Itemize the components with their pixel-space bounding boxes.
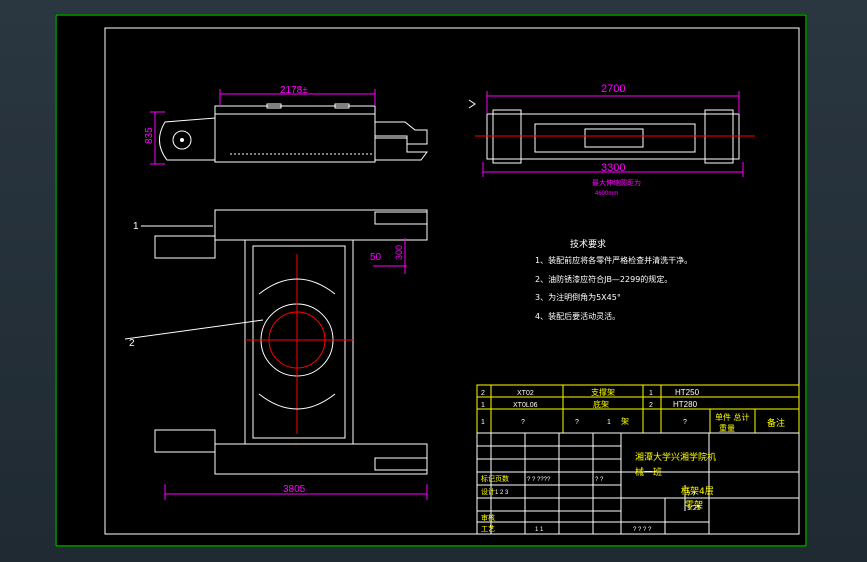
tech-requirement-2: 2、油防锈漆应符合JB—2299的规定。 xyxy=(535,274,672,284)
part-1-name: 底架 xyxy=(593,399,609,409)
row-label-review: 审核 xyxy=(481,513,495,522)
note-max-stretch: 最大伸缩圆距为 xyxy=(592,178,641,187)
design-date: 1 2 3 xyxy=(495,490,509,496)
part-2-name: 支撑架 xyxy=(591,387,615,397)
drawing-name: 框架4层 xyxy=(681,485,714,497)
part-2-code: XT02 xyxy=(517,390,534,397)
part-2-qty: 1 xyxy=(649,390,653,397)
part-1-material: HT280 xyxy=(673,400,698,409)
dim-top-right-width: 2700 xyxy=(601,83,625,95)
row-label-mark: 标记 xyxy=(481,474,495,483)
tech-requirement-3: 3、为注明倒角为5X45° xyxy=(535,292,621,302)
elevation-view-left xyxy=(150,89,428,165)
header-material: ? xyxy=(683,419,687,426)
header-weight-sub: 重量 xyxy=(719,423,735,433)
part-2-material: HT250 xyxy=(675,388,700,397)
tech-requirement-4: 4、装配后要活动灵活。 xyxy=(535,311,620,321)
school-name: 湘潭大学兴湘学院机 xyxy=(635,451,716,463)
craft-values: 1 1 xyxy=(535,527,544,533)
cad-drawing: 2178± 835 2700 3300 最大伸缩圆距为 4600mm 1 2 5… xyxy=(55,14,807,547)
tech-requirements-title: 技术要求 xyxy=(570,238,606,250)
header-no: 1 xyxy=(481,419,485,426)
header-weight: 单件 总计 xyxy=(715,412,750,422)
part-2-no: 2 xyxy=(481,390,485,397)
note-max-stretch-value: 4600mm xyxy=(595,191,618,197)
misc-values: ? ? ? ? xyxy=(633,527,652,533)
part-1-code: XT0L06 xyxy=(513,402,538,409)
drawing-scale: 1:25 xyxy=(687,505,701,512)
drawing-sheet: 2178± 835 2700 3300 最大伸缩圆距为 4600mm 1 2 5… xyxy=(55,14,807,547)
dim-plan-side: 300 xyxy=(394,245,404,260)
dim-plan-total: 3805 xyxy=(283,484,306,495)
tech-requirement-1: 1、装配前应将各零件严格检查并清洗干净。 xyxy=(535,255,692,265)
header-remark: 备注 xyxy=(767,417,785,429)
part-1-no: 1 xyxy=(481,402,485,409)
header-mark: 架 xyxy=(621,417,629,426)
callout-2: 2 xyxy=(129,338,135,349)
header-code: ? xyxy=(521,419,525,426)
dim-top-right-total: 3300 xyxy=(601,162,625,174)
mark-values: ? ? ???? xyxy=(527,477,551,483)
title-block-frame xyxy=(476,432,800,535)
header-qty: 1 xyxy=(607,419,611,426)
callout-1: 1 xyxy=(133,221,139,232)
header-name: ? xyxy=(575,419,579,426)
dim-plan-gap: 50 xyxy=(370,252,382,263)
dim-top-left-height: 835 xyxy=(144,127,155,144)
dim-top-left-width: 2178± xyxy=(280,85,308,96)
mark-values-2: ? ? xyxy=(595,477,604,483)
row-label-design: 设计 xyxy=(481,487,495,496)
page-values: ? ? xyxy=(687,492,696,498)
row-label-craft: 工艺 xyxy=(481,525,495,533)
school-name-2: 械一班 xyxy=(635,466,662,478)
cad-viewport: 2178± 835 2700 3300 最大伸缩圆距为 4600mm 1 2 5… xyxy=(0,0,867,562)
part-1-qty: 2 xyxy=(649,402,653,409)
plan-view xyxy=(124,209,428,500)
mark-cell: 页数 xyxy=(495,474,509,483)
